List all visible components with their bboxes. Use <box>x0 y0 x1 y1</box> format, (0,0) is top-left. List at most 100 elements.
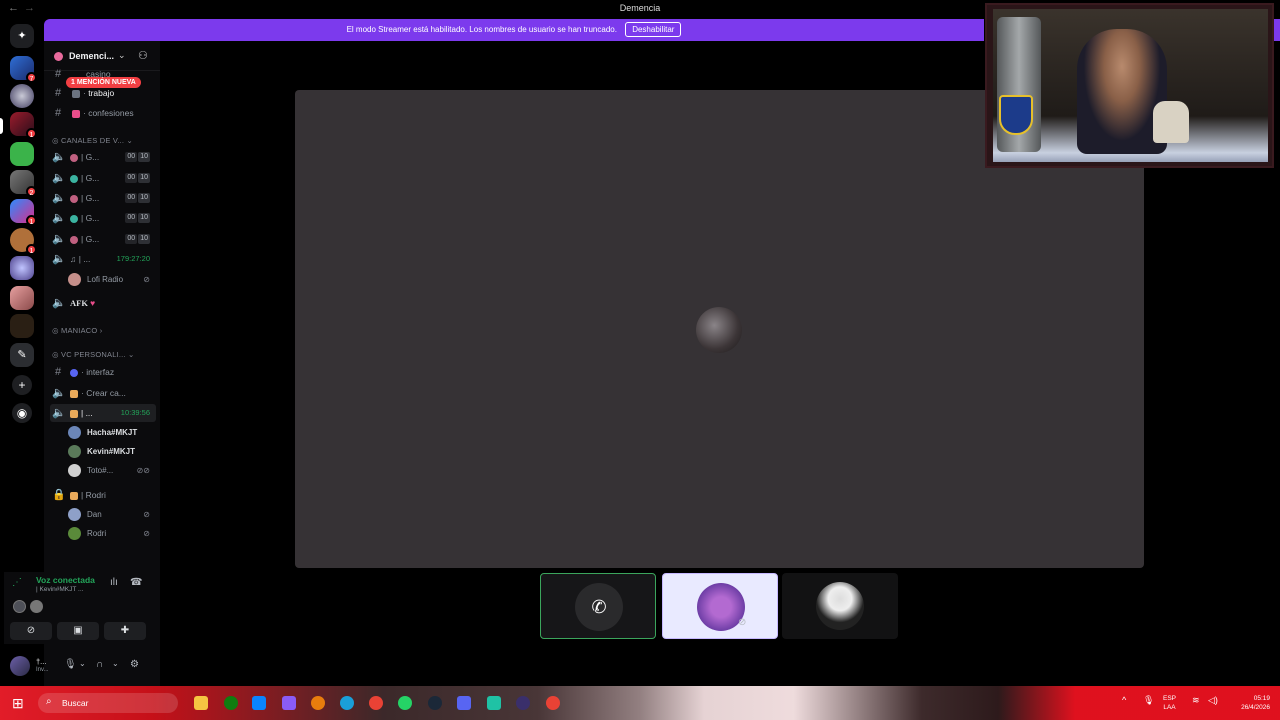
voice-member[interactable]: Lofi Radio ⊘ <box>66 271 156 288</box>
server-icon[interactable]: 7 <box>10 56 37 83</box>
channel-trabajo[interactable]: # · trabajo <box>50 84 156 102</box>
xbox-icon[interactable] <box>224 696 238 710</box>
music-voice-channel[interactable]: 🔈 ♫ | ... 179:27:20 <box>50 250 156 268</box>
chevron-up-icon[interactable]: ^ <box>1122 695 1126 705</box>
speaker-icon: 🔈 <box>52 172 66 184</box>
channel-label: AFK <box>70 298 88 308</box>
obs-icon[interactable] <box>516 696 530 710</box>
settings-gear-icon[interactable]: ⚙ <box>130 659 139 670</box>
muted-icon: ⊘ <box>143 529 150 538</box>
voice-channel[interactable]: 🔈 | G... 00 10 <box>50 148 156 166</box>
channel-emoji-icon <box>70 389 78 398</box>
voice-member[interactable]: Dan ⊘ <box>66 506 156 523</box>
active-voice-channel[interactable]: 🔈 | ... 10:39:56 <box>50 404 156 422</box>
chevron-down-icon[interactable]: ⌄ <box>118 50 126 61</box>
server-icon[interactable] <box>10 84 34 108</box>
sleep-emoji-icon: ♥ <box>90 298 96 308</box>
edge-icon[interactable] <box>340 696 354 710</box>
microphone-tray-icon[interactable]: 🎙 <box>1143 695 1154 706</box>
discord-icon[interactable] <box>457 696 471 710</box>
chrome-icon[interactable] <box>546 696 560 710</box>
signal-icon[interactable]: ⋰ <box>12 577 22 588</box>
server-icon[interactable] <box>10 314 34 338</box>
participant-tile-selected[interactable] <box>662 573 778 639</box>
camera-off-button[interactable]: ⊘ <box>10 622 52 640</box>
server-icon[interactable]: 1 <box>10 228 37 255</box>
voice-connected-label[interactable]: Voz conectada <box>36 575 95 585</box>
app-icon[interactable] <box>487 696 501 710</box>
server-icon[interactable] <box>10 256 34 280</box>
speaker-icon: 🔈 <box>52 151 66 163</box>
voice-channel[interactable]: 🔈 | G... 00 10 <box>50 230 156 248</box>
user-count-value: 00 <box>125 193 138 203</box>
steam-icon[interactable] <box>428 696 442 710</box>
whatsapp-icon[interactable] <box>398 696 412 710</box>
explore-servers-icon[interactable]: ◉ <box>12 403 32 423</box>
add-server-icon[interactable]: + <box>12 375 32 395</box>
microphone-icon[interactable]: 🎙 <box>64 659 77 670</box>
channel-interfaz[interactable]: # · interfaz <box>50 363 156 381</box>
chrome-icon[interactable] <box>369 696 383 710</box>
disconnect-icon[interactable]: ☎ <box>130 577 142 588</box>
server-icon[interactable]: 1 <box>10 112 37 139</box>
speaker-category-icon: ◎ <box>52 136 62 145</box>
voice-member[interactable]: Hacha#MKJT <box>66 424 156 441</box>
screen-share-button[interactable]: ▣ <box>57 622 99 640</box>
taskbar-search[interactable]: ⌕ Buscar <box>38 693 178 713</box>
wifi-icon[interactable]: ≋ <box>1192 695 1200 706</box>
voice-member[interactable]: Kevin#MKJT <box>66 443 156 460</box>
server-icon[interactable] <box>10 142 34 166</box>
folder-icon[interactable]: ✎ <box>10 343 34 367</box>
voice-channel-name[interactable]: | Kevin#MKJT ... <box>36 586 83 593</box>
voice-channel[interactable]: 🔈 | G... 00 10 <box>50 169 156 187</box>
windows-start-icon[interactable]: ⊞ <box>12 695 24 712</box>
voice-member[interactable]: Toto#... ⊘⊘ <box>66 462 156 479</box>
participant-avatar <box>816 582 864 630</box>
channel-create[interactable]: 🔈 · Crear ca... <box>50 384 156 402</box>
store-icon[interactable] <box>252 696 266 710</box>
category-voice-channels[interactable]: ◎ CANALES DE V... ⌄ <box>52 136 133 145</box>
voice-channel[interactable]: 🔈 | G... 00 10 <box>50 189 156 207</box>
category-vc-personal[interactable]: ◎ VC PERSONALI... ⌄ <box>52 350 135 359</box>
speaker-icon: 🔈 <box>52 233 66 245</box>
chevron-down-icon[interactable]: ⌄ <box>79 659 86 668</box>
channel-emoji-icon <box>70 491 78 500</box>
channel-label: | G... <box>81 173 100 183</box>
discord-home-icon[interactable]: ✦ <box>10 24 34 48</box>
user-limit-value: 10 <box>138 234 150 244</box>
disable-streamer-button[interactable]: Deshabilitar <box>625 22 682 37</box>
chevron-down-icon[interactable]: ⌄ <box>112 659 119 668</box>
server-icon[interactable] <box>10 286 34 310</box>
file-explorer-icon[interactable] <box>194 696 208 710</box>
headphones-icon[interactable]: ∩ <box>96 659 103 670</box>
blender-icon[interactable] <box>311 696 325 710</box>
language-indicator[interactable]: ESP LAA <box>1163 694 1176 712</box>
muted-deafened-icon: ⊘⊘ <box>136 466 150 475</box>
system-clock[interactable]: 05:19 26/4/2026 <box>1226 694 1270 712</box>
avatar <box>68 445 81 458</box>
channel-label: confesiones <box>88 108 134 118</box>
user-count-value: 00 <box>125 173 138 183</box>
user-name[interactable]: †... <box>36 657 46 666</box>
category-maniaco[interactable]: ◎ MANIACO › <box>52 326 102 335</box>
activities-button[interactable]: ✚ <box>104 622 146 640</box>
noise-suppression-icon[interactable]: ılı <box>110 577 118 588</box>
locked-voice-channel[interactable]: 🔒 | Rodri <box>50 486 156 504</box>
server-icon[interactable]: 2 <box>10 170 37 197</box>
chevron-down-icon: ⌄ <box>128 350 135 359</box>
volume-icon[interactable]: ◁) <box>1208 695 1218 706</box>
afk-channel[interactable]: 🔈 AFK ♥ <box>50 294 156 312</box>
channel-confesiones[interactable]: # · confesiones <box>50 104 156 122</box>
server-emblem-icon <box>54 52 63 61</box>
voice-member[interactable]: Rodri ⊘ <box>66 525 156 542</box>
user-avatar[interactable] <box>10 656 30 676</box>
app-icon[interactable] <box>282 696 296 710</box>
channel-emoji-icon <box>70 153 78 162</box>
server-icon[interactable]: 1 <box>10 199 37 226</box>
voice-status-panel: ⋰ Voz conectada | Kevin#MKJT ... ılı ☎ ⊘… <box>4 572 152 644</box>
participant-tile[interactable]: ✆ <box>540 573 656 639</box>
voice-channel[interactable]: 🔈 | G... 00 10 <box>50 209 156 227</box>
user-limit-value: 10 <box>138 173 150 183</box>
participant-tile[interactable]: ⊘ <box>738 573 898 639</box>
invite-people-icon[interactable]: ⚇ <box>138 49 148 62</box>
